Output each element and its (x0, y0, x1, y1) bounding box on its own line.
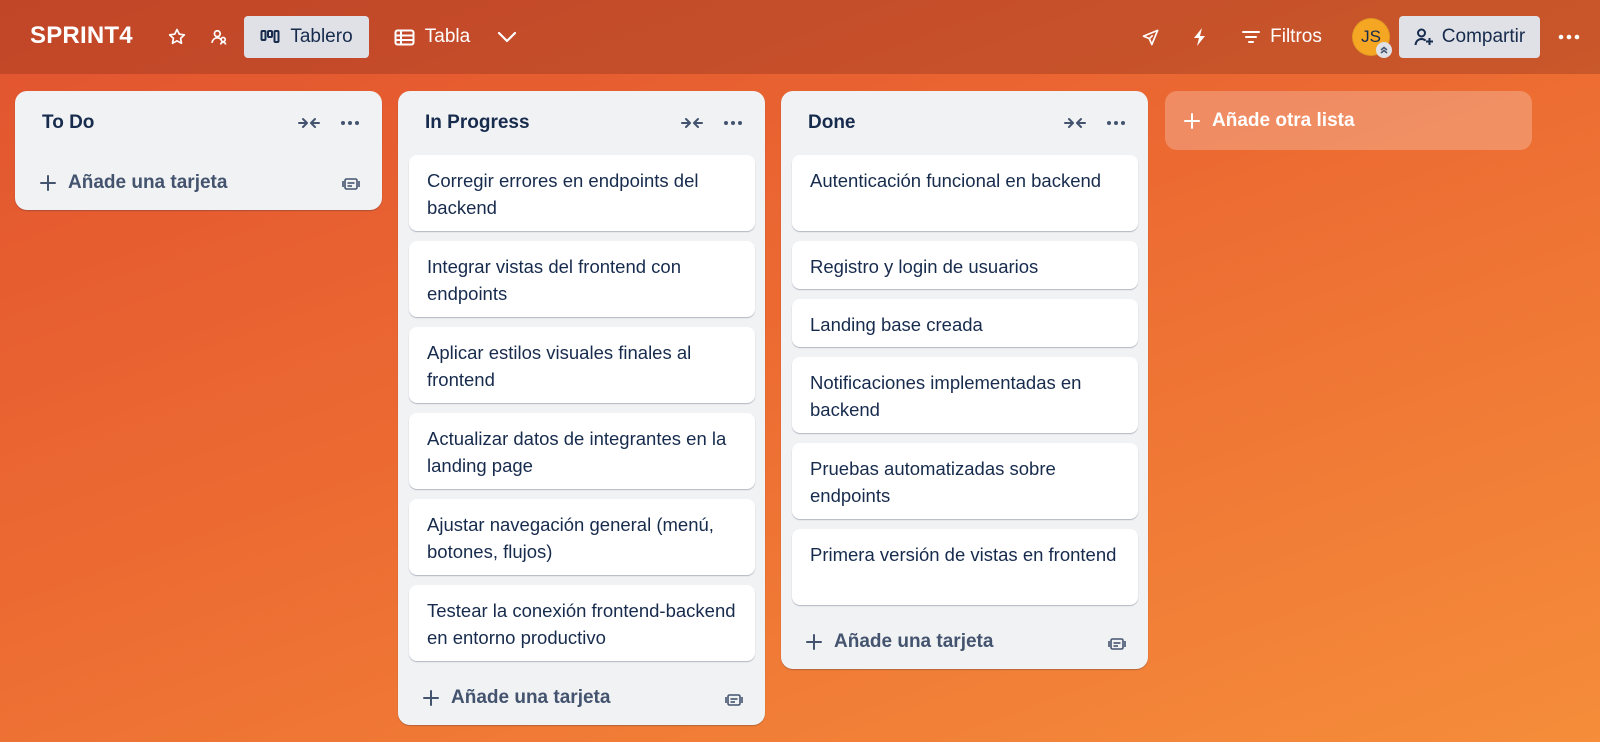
view-table-label: Tabla (424, 26, 471, 47)
plus-icon (806, 634, 822, 650)
template-icon[interactable] (725, 692, 743, 708)
card[interactable]: Ajustar navegación general (menú, botone… (409, 499, 755, 575)
list-header: In Progress (398, 91, 765, 155)
add-card-label: Añade una tarjeta (451, 687, 611, 708)
board-header: SPRINT4 Tablero Tabla Filtros JS Compart… (0, 0, 1600, 74)
view-board-button[interactable]: Tablero (244, 16, 369, 58)
collapse-icon[interactable] (1064, 113, 1086, 133)
filters-label: Filtros (1270, 26, 1322, 47)
automation-button[interactable] (1183, 18, 1217, 56)
add-list-button[interactable]: Añade otra lista (1165, 91, 1532, 150)
collapse-icon[interactable] (298, 113, 320, 133)
filters-button[interactable]: Filtros (1232, 18, 1332, 56)
list-title[interactable]: To Do (42, 112, 94, 134)
add-card-button[interactable]: Añade una tarjeta (15, 155, 382, 210)
list-header: To Do (15, 91, 382, 155)
card[interactable]: Notificaciones implementadas en backend (792, 357, 1138, 433)
star-button[interactable] (160, 18, 194, 56)
more-icon[interactable] (1106, 119, 1126, 127)
card[interactable]: Autenticación funcional en backend (792, 155, 1138, 231)
template-icon[interactable] (1108, 636, 1126, 652)
more-icon[interactable] (723, 119, 743, 127)
share-label: Compartir (1441, 26, 1526, 47)
plus-icon (423, 690, 439, 706)
board-title[interactable]: SPRINT4 (30, 22, 133, 50)
card[interactable]: Testear la conexión frontend-backend en … (409, 585, 755, 661)
card[interactable]: Corregir errores en endpoints del backen… (409, 155, 755, 231)
board-menu-button[interactable] (1552, 18, 1586, 56)
list-header: Done (781, 91, 1148, 155)
workspace-visibility-icon (211, 29, 227, 45)
workspace-visibility-button[interactable] (202, 18, 236, 56)
card[interactable]: Pruebas automatizadas sobre endpoints (792, 443, 1138, 519)
more-icon[interactable] (340, 119, 360, 127)
share-button[interactable]: Compartir (1399, 16, 1540, 58)
table-icon (394, 29, 415, 45)
add-card-label: Añade una tarjeta (834, 631, 994, 652)
chevron-down-icon (497, 31, 517, 43)
filter-icon (1242, 31, 1261, 43)
card[interactable]: Registro y login de usuarios (792, 241, 1138, 289)
rocket-icon (1142, 29, 1159, 46)
list-to-do[interactable]: To Do Añade una tarjeta (15, 91, 382, 210)
more-icon (1558, 34, 1580, 40)
add-list-label: Añade otra lista (1212, 109, 1355, 131)
collapse-icon[interactable] (681, 113, 703, 133)
avatar[interactable]: JS (1352, 18, 1392, 58)
template-icon[interactable] (342, 176, 360, 192)
power-ups-button[interactable] (1134, 18, 1168, 56)
plus-icon (1184, 112, 1200, 129)
admin-badge-icon (1376, 42, 1392, 58)
list-in-progress[interactable]: In Progress Corregir errores en endpoint… (398, 91, 765, 725)
plus-icon (40, 174, 56, 191)
card[interactable]: Landing base creada (792, 299, 1138, 347)
card[interactable]: Integrar vistas del frontend con endpoin… (409, 241, 755, 317)
views-dropdown-button[interactable] (490, 18, 524, 56)
card[interactable]: Actualizar datos de integrantes en la la… (409, 413, 755, 489)
view-table-button[interactable]: Tabla (384, 18, 480, 56)
list-done[interactable]: Done Autenticación funcional en backend … (781, 91, 1148, 669)
add-card-button[interactable]: Añade una tarjeta (398, 671, 765, 725)
view-board-label: Tablero (290, 26, 353, 47)
star-icon (168, 28, 186, 45)
list-title[interactable]: Done (808, 112, 856, 134)
board-icon (260, 30, 280, 43)
lightning-icon (1194, 28, 1205, 46)
card[interactable]: Primera versión de vistas en frontend (792, 529, 1138, 605)
add-user-icon (1414, 28, 1433, 46)
add-card-button[interactable]: Añade una tarjeta (781, 615, 1148, 669)
list-title[interactable]: In Progress (425, 112, 530, 134)
card[interactable]: Aplicar estilos visuales finales al fron… (409, 327, 755, 403)
add-card-label: Añade una tarjeta (68, 171, 228, 193)
